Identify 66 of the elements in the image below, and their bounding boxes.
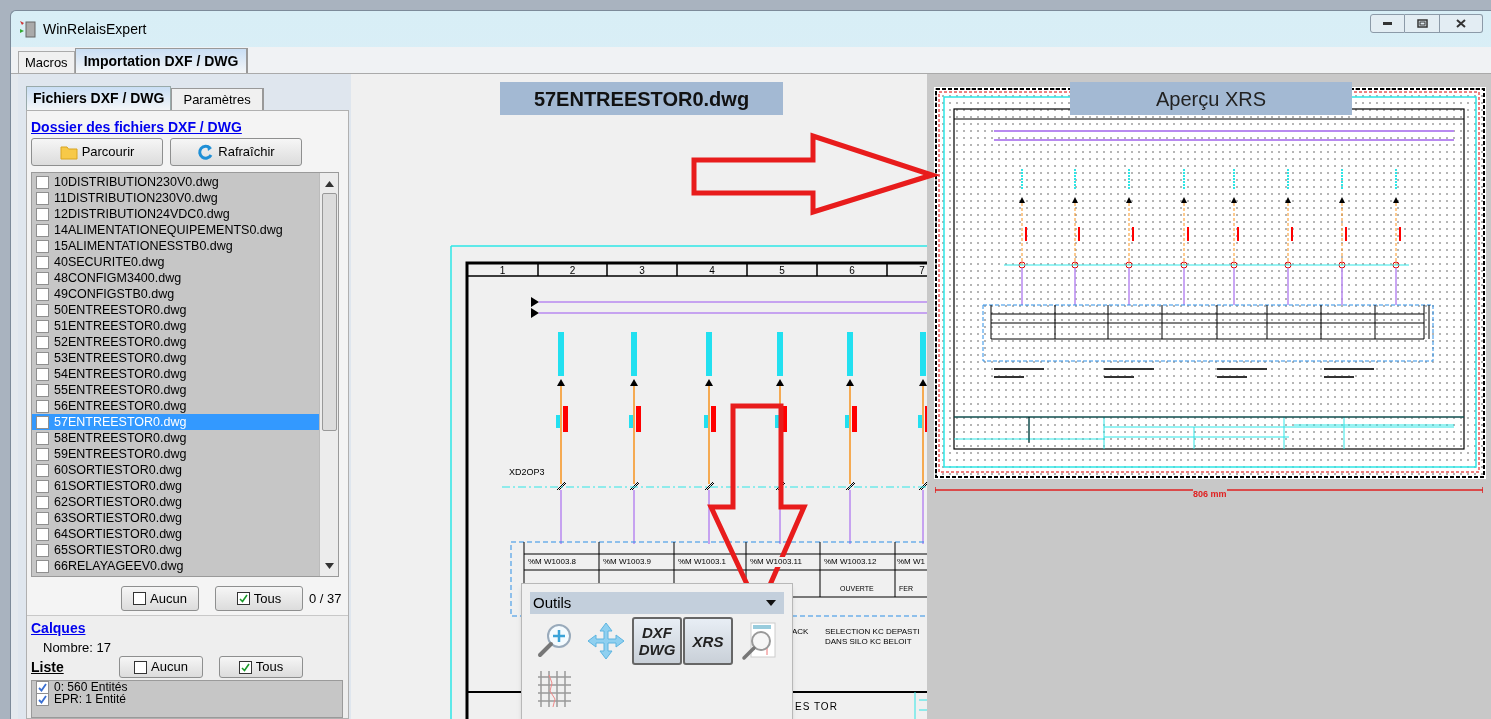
address-cell: %M W1003.8 bbox=[527, 557, 578, 567]
file-item[interactable]: 50ENTREESTOR0.dwg bbox=[32, 302, 319, 318]
column-number: 1 bbox=[499, 265, 506, 276]
panel-tab[interactable]: Paramètres bbox=[171, 88, 264, 110]
file-item[interactable]: 55ENTREESTOR0.dwg bbox=[32, 382, 319, 398]
file-item[interactable]: 52ENTREESTOR0.dwg bbox=[32, 334, 319, 350]
column-number: 6 bbox=[849, 265, 855, 276]
select-none-button[interactable]: Aucun bbox=[121, 586, 199, 611]
file-item[interactable]: 63SORTIESTOR0.dwg bbox=[32, 510, 319, 526]
file-item[interactable]: 58ENTREESTOR0.dwg bbox=[32, 430, 319, 446]
format-toggle-button[interactable]: XRS bbox=[683, 617, 733, 665]
file-item[interactable]: 40SECURITE0.dwg bbox=[32, 254, 319, 270]
address-cell: %M W1003.9 bbox=[602, 557, 653, 567]
address-cell: %M W1003.11 bbox=[749, 557, 803, 567]
layers-link[interactable]: Calques bbox=[31, 620, 86, 636]
drawing-note: SELECTION KC DEPASTI bbox=[825, 627, 920, 636]
drawing-note: DANS SILO KC BELOIT bbox=[825, 637, 912, 646]
folder-link[interactable]: Dossier des fichiers DXF / DWG bbox=[31, 119, 344, 135]
browse-button[interactable]: Parcourir bbox=[31, 138, 163, 166]
select-none-button[interactable]: Aucun bbox=[119, 656, 203, 678]
file-item[interactable]: 54ENTREESTOR0.dwg bbox=[32, 366, 319, 382]
layer-item[interactable]: EPR: 1 Entité bbox=[36, 693, 342, 705]
file-title: 57ENTREESTOR0.dwg bbox=[500, 82, 783, 115]
file-item[interactable]: 60SORTIESTOR0.dwg bbox=[32, 462, 319, 478]
junction-label: XD2OP3 bbox=[509, 467, 545, 477]
file-item[interactable]: 56ENTREESTOR0.dwg bbox=[32, 398, 319, 414]
address-cell: %M W1 bbox=[896, 557, 926, 567]
file-item[interactable]: 53ENTREESTOR0.dwg bbox=[32, 350, 319, 366]
layer-item[interactable]: 0: 560 Entités bbox=[36, 681, 342, 693]
preview-title: Aperçu XRS bbox=[1070, 82, 1352, 115]
file-count: 0 / 37 bbox=[309, 589, 342, 608]
column-number: 5 bbox=[779, 265, 785, 276]
file-item[interactable]: 51ENTREESTOR0.dwg bbox=[32, 318, 319, 334]
tools-title: Outils bbox=[533, 592, 572, 613]
address-cell: %M W1003.1 bbox=[677, 557, 728, 567]
layer-count: Nombre: 17 bbox=[43, 641, 111, 655]
file-item[interactable]: 10DISTRIBUTION230V0.dwg bbox=[32, 174, 319, 190]
file-item[interactable]: 61SORTIESTOR0.dwg bbox=[32, 478, 319, 494]
file-item[interactable]: 11DISTRIBUTION230V0.dwg bbox=[32, 190, 319, 206]
file-item[interactable]: 48CONFIGM3400.dwg bbox=[32, 270, 319, 286]
file-item[interactable]: 65SORTIESTOR0.dwg bbox=[32, 542, 319, 558]
format-toggle-button[interactable]: DXF DWG bbox=[632, 617, 682, 665]
tools-header[interactable]: Outils bbox=[530, 592, 784, 614]
file-item[interactable]: 15ALIMENTATIONESSTB0.dwg bbox=[32, 238, 319, 254]
file-item[interactable]: 14ALIMENTATIONEQUIPEMENTS0.dwg bbox=[32, 222, 319, 238]
refresh-button[interactable]: Rafraîchir bbox=[170, 138, 302, 166]
column-number: 2 bbox=[569, 265, 576, 276]
file-item[interactable]: 64SORTIESTOR0.dwg bbox=[32, 526, 319, 542]
list-label: Liste bbox=[31, 657, 65, 677]
file-item[interactable]: 12DISTRIBUTION24VDC0.dwg bbox=[32, 206, 319, 222]
file-item[interactable]: 66RELAYAGEEV0.dwg bbox=[32, 558, 319, 574]
panel-tab[interactable]: Fichiers DXF / DWG bbox=[26, 86, 172, 110]
column-number: 4 bbox=[709, 265, 715, 276]
column-number: 3 bbox=[639, 265, 645, 276]
main-tab[interactable]: Importation DXF / DWG bbox=[74, 48, 249, 73]
column-number: 7 bbox=[919, 265, 925, 276]
drawing-note: ACK bbox=[792, 627, 809, 636]
file-item[interactable]: 49CONFIGSTB0.dwg bbox=[32, 286, 319, 302]
window-title: WinRelaisExpert bbox=[43, 19, 147, 39]
address-cell: %M W1003.12 bbox=[823, 557, 878, 567]
file-item[interactable]: 59ENTREESTOR0.dwg bbox=[32, 446, 319, 462]
title-block-text: ES TOR bbox=[795, 701, 838, 712]
select-all-button[interactable]: Tous bbox=[215, 586, 303, 611]
select-all-button[interactable]: Tous bbox=[219, 656, 303, 678]
main-tab[interactable]: Macros bbox=[18, 51, 75, 73]
file-item[interactable]: 62SORTIESTOR0.dwg bbox=[32, 494, 319, 510]
